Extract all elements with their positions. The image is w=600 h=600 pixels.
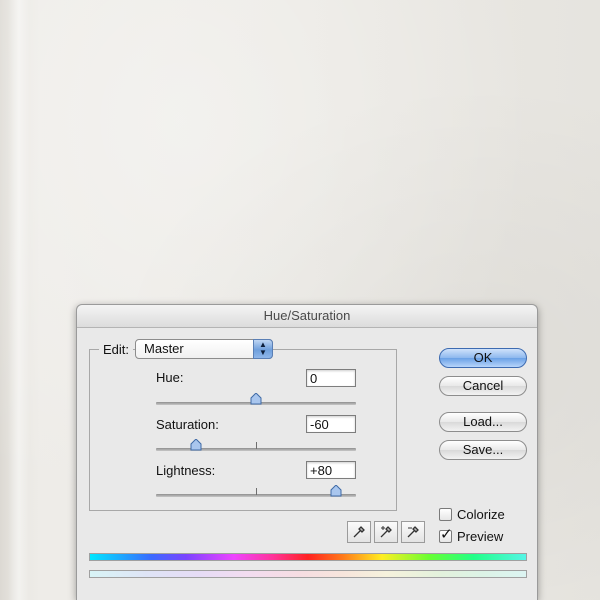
edit-label: Edit:: [99, 341, 134, 357]
preview-checkbox[interactable]: ✓: [439, 525, 453, 543]
checkmark-icon: ✓: [440, 525, 453, 543]
lightness-input[interactable]: [306, 461, 356, 479]
output-hue-spectrum: [89, 570, 527, 578]
hue-slider-track[interactable]: [156, 393, 356, 405]
eyedropper-plus-icon[interactable]: [374, 521, 398, 543]
saturation-slider-track[interactable]: [156, 439, 356, 451]
eyedropper-minus-icon[interactable]: [401, 521, 425, 543]
saturation-label: Saturation:: [156, 417, 219, 432]
hue-saturation-dialog: Hue/Saturation Hue: Saturation: Lightnes…: [76, 304, 538, 600]
saturation-center-tick: [256, 442, 257, 449]
colorize-checkbox[interactable]: [439, 507, 452, 521]
hue-slider-thumb[interactable]: [250, 393, 262, 405]
dialog-title: Hue/Saturation: [77, 305, 537, 328]
lightness-center-tick: [256, 488, 257, 495]
adjustment-group: Hue: Saturation: Lightness:: [89, 349, 397, 511]
preview-checkbox-row[interactable]: ✓ Preview: [439, 525, 504, 544]
input-hue-spectrum: [89, 553, 527, 561]
preview-label: Preview: [457, 528, 504, 544]
paper-edge: [8, 0, 30, 600]
lightness-slider-track[interactable]: [156, 485, 356, 497]
saturation-input[interactable]: [306, 415, 356, 433]
eyedropper-tools: [347, 521, 425, 543]
colorize-label: Colorize: [457, 506, 505, 522]
colorize-checkbox-row[interactable]: Colorize: [439, 506, 505, 522]
lightness-label: Lightness:: [156, 463, 216, 478]
load-button[interactable]: Load...: [439, 412, 527, 432]
hue-label: Hue:: [156, 370, 184, 385]
select-arrows-icon[interactable]: ▲ ▼: [253, 339, 274, 359]
hue-input[interactable]: [306, 369, 356, 387]
lightness-slider-thumb[interactable]: [330, 485, 342, 497]
edit-row: Edit: Master ▲ ▼: [99, 338, 274, 360]
edit-select-value: Master: [144, 341, 184, 356]
edit-select[interactable]: Master ▲ ▼: [135, 339, 274, 359]
saturation-slider-thumb[interactable]: [190, 439, 202, 451]
save-button[interactable]: Save...: [439, 440, 527, 460]
ok-button[interactable]: OK: [439, 348, 527, 368]
eyedropper-icon[interactable]: [347, 521, 371, 543]
cancel-button[interactable]: Cancel: [439, 376, 527, 396]
